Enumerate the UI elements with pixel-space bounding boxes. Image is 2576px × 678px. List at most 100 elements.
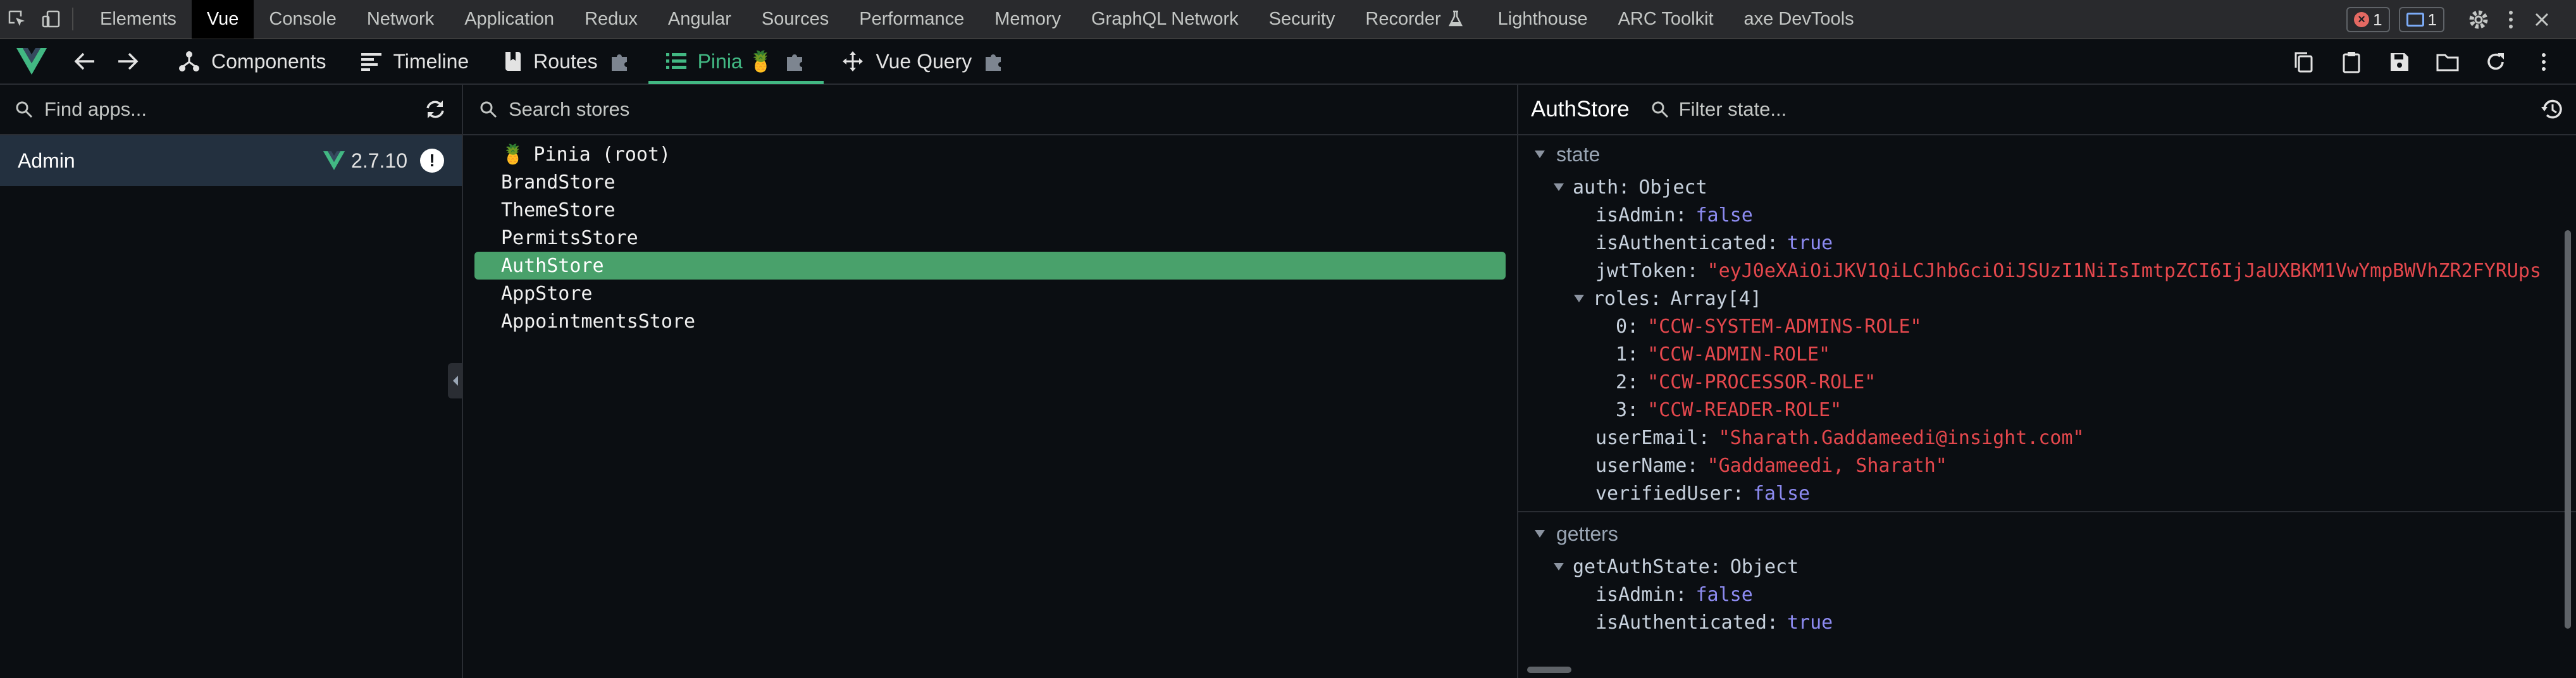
search-stores-row: Search stores [463, 85, 1517, 135]
inspect-element-icon[interactable] [0, 0, 34, 39]
clipboard-icon[interactable] [2334, 45, 2369, 79]
state-jwttoken-row[interactable]: jwtToken: "eyJ0eXAiOiJKV1QiLCJhbGciOiJSU… [1518, 257, 2576, 285]
state-verifieduser-row[interactable]: verifiedUser: false [1518, 479, 2576, 507]
store-name: Pinia (root) [533, 143, 671, 166]
inspector-title: AuthStore [1531, 97, 1630, 121]
copy-icon[interactable] [2286, 45, 2320, 79]
state-auth-row[interactable]: auth: Object [1518, 173, 2576, 201]
tab-arc-toolkit[interactable]: ARC Toolkit [1603, 0, 1729, 39]
device-toolbar-icon[interactable] [34, 0, 68, 39]
forward-arrow-icon[interactable] [106, 39, 149, 84]
message-count-badge[interactable]: 1 [2398, 7, 2444, 32]
store-item-appointmentsstore[interactable]: AppointmentsStore [474, 307, 1506, 335]
tab-console[interactable]: Console [254, 0, 351, 39]
string-value: "Gaddameedi, Sharath" [1707, 454, 1947, 477]
folder-icon[interactable] [2430, 45, 2465, 79]
role-item[interactable]: 0: "CCW-SYSTEM-ADMINS-ROLE" [1518, 312, 2576, 340]
error-count-badge[interactable]: × 1 [2346, 7, 2390, 32]
state-isadmin-row[interactable]: isAdmin: false [1518, 201, 2576, 229]
search-stores-input[interactable]: Search stores [509, 98, 1502, 121]
vue-query-icon [843, 51, 864, 71]
tab-axe-devtools[interactable]: axe DevTools [1729, 0, 1869, 39]
tab-timeline-label: Timeline [393, 49, 469, 73]
tab-vue[interactable]: Vue [191, 0, 254, 39]
filter-state-row: Filter state... [1651, 98, 2541, 121]
tab-recorder[interactable]: Recorder [1350, 0, 1482, 39]
more-options-icon[interactable] [2527, 45, 2561, 79]
role-item[interactable]: 2: "CCW-PROCESSOR-ROLE" [1518, 368, 2576, 396]
getter-isadmin-row[interactable]: isAdmin: false [1518, 581, 2576, 608]
vue-toolbar-actions [2286, 39, 2576, 85]
role-item[interactable]: 3: "CCW-READER-ROLE" [1518, 396, 2576, 424]
type: Object [1730, 555, 1799, 578]
settings-gear-icon[interactable] [2465, 6, 2492, 34]
tab-angular[interactable]: Angular [653, 0, 746, 39]
role-item[interactable]: 1: "CCW-ADMIN-ROLE" [1518, 340, 2576, 368]
boolean-value: true [1787, 611, 1833, 634]
tab-security[interactable]: Security [1254, 0, 1351, 39]
tab-graphql-network[interactable]: GraphQL Network [1076, 0, 1254, 39]
state-section-header[interactable]: state [1518, 135, 2576, 173]
state-username-row[interactable]: userName: "Gaddameedi, Sharath" [1518, 452, 2576, 479]
string-value: "CCW-READER-ROLE" [1647, 398, 1842, 421]
expand-triangle-icon [1574, 295, 1584, 302]
refresh-icon[interactable] [2479, 45, 2513, 79]
pinia-list-icon [666, 53, 686, 69]
tab-redux[interactable]: Redux [569, 0, 653, 39]
type: Array[4] [1670, 287, 1762, 310]
state-isauthenticated-row[interactable]: isAuthenticated: true [1518, 229, 2576, 257]
tab-routes[interactable]: Routes [486, 39, 648, 84]
tab-pinia-label: Pinia 🍍 [697, 50, 774, 73]
string-value: "Sharath.Gaddameedi@insight.com" [1718, 426, 2084, 449]
vue-logo-icon [323, 151, 345, 170]
tab-memory[interactable]: Memory [979, 0, 1076, 39]
getter-getauthstate-row[interactable]: getAuthState: Object [1518, 553, 2576, 581]
tab-lighthouse[interactable]: Lighthouse [1483, 0, 1603, 39]
devtools-tab-bar: Elements Vue Console Network Application… [0, 0, 2576, 39]
collapse-panel-handle[interactable] [448, 363, 463, 398]
store-item-appstore[interactable]: AppStore [474, 280, 1506, 307]
store-item-authstore[interactable]: AuthStore [474, 252, 1506, 280]
tab-components-label: Components [211, 49, 326, 73]
store-item-permitsstore[interactable]: PermitsStore [474, 224, 1506, 252]
store-item-pinia-root[interactable]: 🍍 Pinia (root) [474, 140, 1506, 168]
getters-section-header[interactable]: getters [1518, 515, 2576, 553]
boolean-value: false [1752, 482, 1811, 505]
tab-vue-query[interactable]: Vue Query [824, 39, 1022, 84]
save-icon[interactable] [2382, 45, 2417, 79]
tab-elements[interactable]: Elements [85, 0, 192, 39]
timeline-icon [361, 53, 382, 71]
filter-state-input[interactable]: Filter state... [1679, 98, 1787, 121]
message-count: 1 [2427, 9, 2437, 29]
close-devtools-icon[interactable] [2529, 6, 2554, 34]
tab-network[interactable]: Network [352, 0, 449, 39]
tab-application[interactable]: Application [449, 0, 569, 39]
history-icon[interactable] [2541, 99, 2563, 120]
tab-performance[interactable]: Performance [844, 0, 979, 39]
find-apps-input[interactable]: Find apps... [44, 98, 412, 121]
key: userName [1595, 454, 1687, 477]
horizontal-scrollbar[interactable] [1527, 667, 1571, 673]
refresh-apps-icon[interactable] [424, 99, 447, 120]
tab-pinia[interactable]: Pinia 🍍 [648, 39, 824, 84]
tab-timeline[interactable]: Timeline [344, 39, 486, 84]
state-useremail-row[interactable]: userEmail: "Sharath.Gaddameedi@insight.c… [1518, 424, 2576, 452]
pineapple-icon: 🍍 [501, 143, 525, 166]
error-icon: × [2354, 12, 2370, 27]
back-arrow-icon[interactable] [63, 39, 106, 84]
key: roles [1593, 287, 1650, 310]
getter-isauthenticated-row[interactable]: isAuthenticated: true [1518, 608, 2576, 636]
app-list-item[interactable]: Admin 2.7.10 ! [0, 135, 462, 186]
store-item-themestore[interactable]: ThemeStore [474, 196, 1506, 224]
key: isAdmin [1595, 583, 1676, 606]
routes-icon [505, 52, 521, 71]
search-icon [16, 101, 33, 118]
store-item-brandstore[interactable]: BrandStore [474, 168, 1506, 196]
tab-sources[interactable]: Sources [746, 0, 844, 39]
state-roles-row[interactable]: roles: Array[4] [1518, 285, 2576, 312]
vertical-scrollbar[interactable] [2565, 230, 2571, 629]
app-info-icon[interactable]: ! [420, 149, 444, 173]
more-options-icon[interactable] [2501, 6, 2520, 34]
string-value: "CCW-ADMIN-ROLE" [1647, 343, 1831, 366]
tab-components[interactable]: Components [161, 39, 344, 84]
